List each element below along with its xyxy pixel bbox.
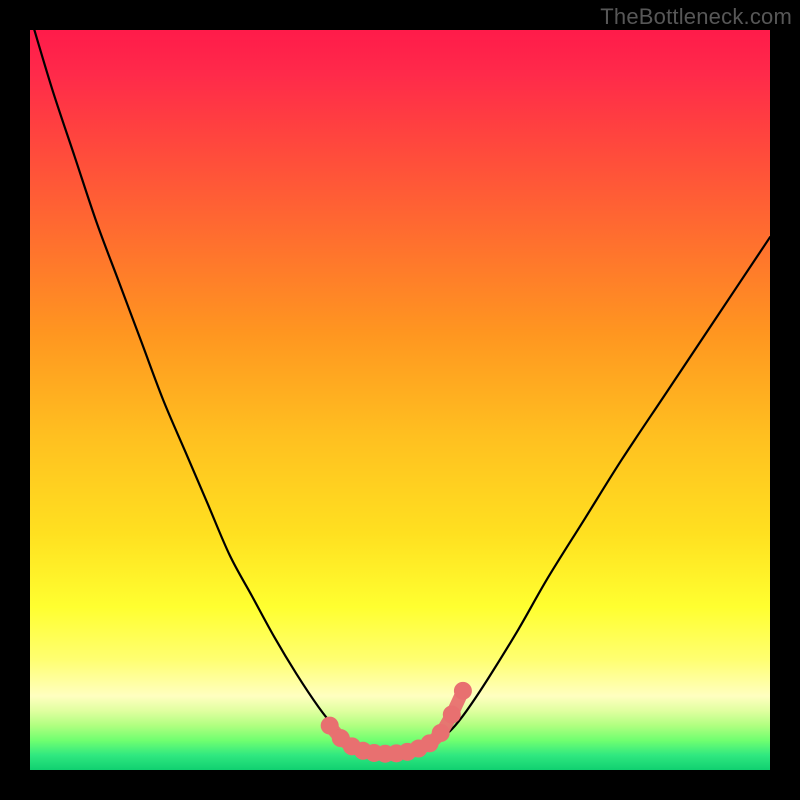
bottom-markers (321, 682, 472, 763)
chart-frame: TheBottleneck.com (0, 0, 800, 800)
plot-area (30, 30, 770, 770)
watermark-text: TheBottleneck.com (600, 4, 792, 30)
bottleneck-curve (30, 30, 770, 754)
marker-dot (432, 724, 450, 742)
marker-dot (454, 682, 472, 700)
marker-dot (443, 706, 461, 724)
curve-layer (30, 30, 770, 770)
